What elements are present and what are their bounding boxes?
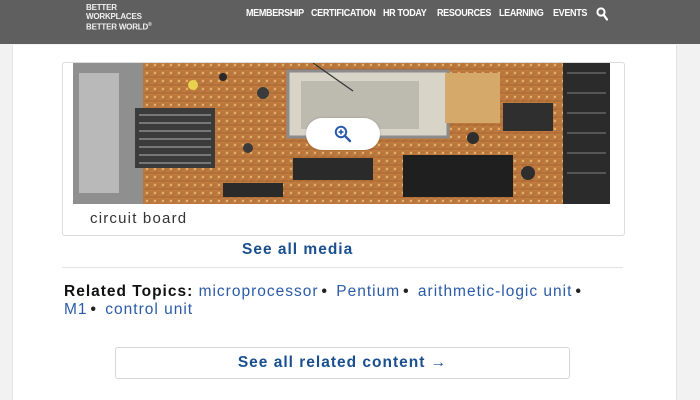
related-topics-label: Related Topics: [64, 283, 194, 300]
main-nav-3: HR TODAY [383, 7, 433, 21]
logo-line-1: BETTER WORKPLACES [86, 3, 142, 21]
main-nav-5: LEARNING [499, 7, 551, 21]
top-navigation-bar: BETTER WORKPLACES BETTER WORLD® MEMBERSH… [0, 0, 700, 44]
topic-separator: • [90, 301, 97, 318]
related-topics: Related Topics: microprocessor • Pentium •… [64, 283, 624, 319]
nav-learning[interactable]: LEARNING [499, 7, 544, 21]
logo-line-2: BETTER WORLD® [86, 22, 152, 32]
topic-link-control-unit[interactable]: control unit [105, 301, 193, 318]
topic-link-pentium[interactable]: Pentium [336, 283, 400, 300]
see-all-related-button[interactable]: See all related content → [115, 347, 570, 379]
main-nav-6: EVENTS [553, 7, 593, 21]
topic-separator: • [321, 283, 328, 300]
topic-separator: • [403, 283, 410, 300]
media-caption: circuit board [90, 210, 188, 227]
topic-link-arithmetic-logic-unit[interactable]: arithmetic-logic unit [418, 283, 573, 300]
nav-membership[interactable]: MEMBERSHIP [246, 7, 304, 21]
main-nav-2: CERTIFICATION [311, 7, 386, 21]
topic-link-m1[interactable]: M1 [64, 301, 88, 318]
nav-resources[interactable]: RESOURCES [437, 7, 491, 21]
nav-events[interactable]: EVENTS [553, 7, 587, 21]
main-nav-4: RESOURCES [437, 7, 500, 21]
nav-certification[interactable]: CERTIFICATION [311, 7, 376, 21]
topic-separator: • [575, 283, 582, 300]
see-all-media-link[interactable]: See all media [242, 241, 353, 259]
zoom-button[interactable] [306, 118, 380, 150]
magnifier-plus-icon [334, 125, 352, 143]
section-divider [62, 267, 623, 268]
search-icon[interactable] [596, 7, 609, 21]
nav-hr-today[interactable]: HR TODAY [383, 7, 427, 21]
main-nav: MEMBERSHIP [246, 7, 314, 21]
logo[interactable]: BETTER WORKPLACES BETTER WORLD® [86, 3, 166, 32]
topic-link-microprocessor[interactable]: microprocessor [199, 283, 319, 300]
